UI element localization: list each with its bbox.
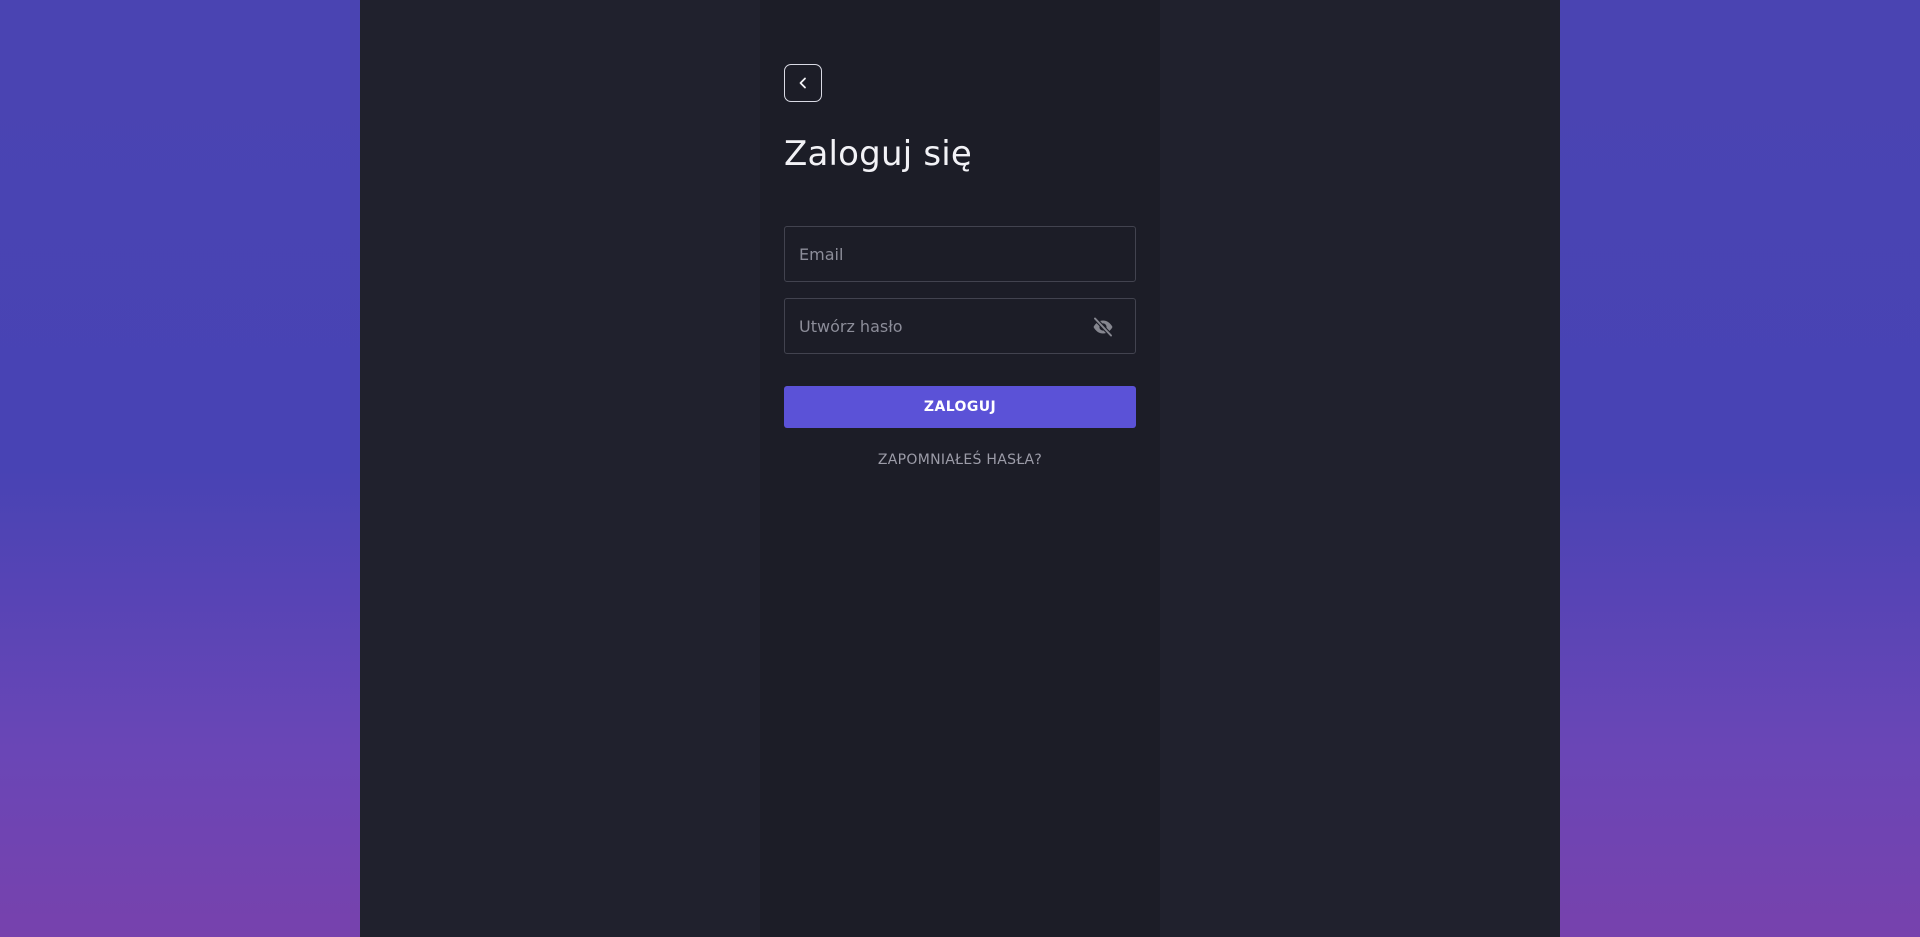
password-visibility-toggle[interactable] [1091,315,1115,339]
chevron-left-icon [799,77,806,89]
eye-off-icon [1093,316,1113,338]
password-field[interactable] [785,299,1135,353]
page-title: Zaloguj się [784,134,973,174]
forgot-password-link[interactable]: ZAPOMNIAŁEŚ HASŁA? [784,452,1136,468]
email-field-container [784,226,1136,282]
back-button[interactable] [784,64,822,102]
email-field[interactable] [785,227,1135,281]
login-button[interactable]: ZALOGUJ [784,386,1136,428]
password-field-container [784,298,1136,354]
